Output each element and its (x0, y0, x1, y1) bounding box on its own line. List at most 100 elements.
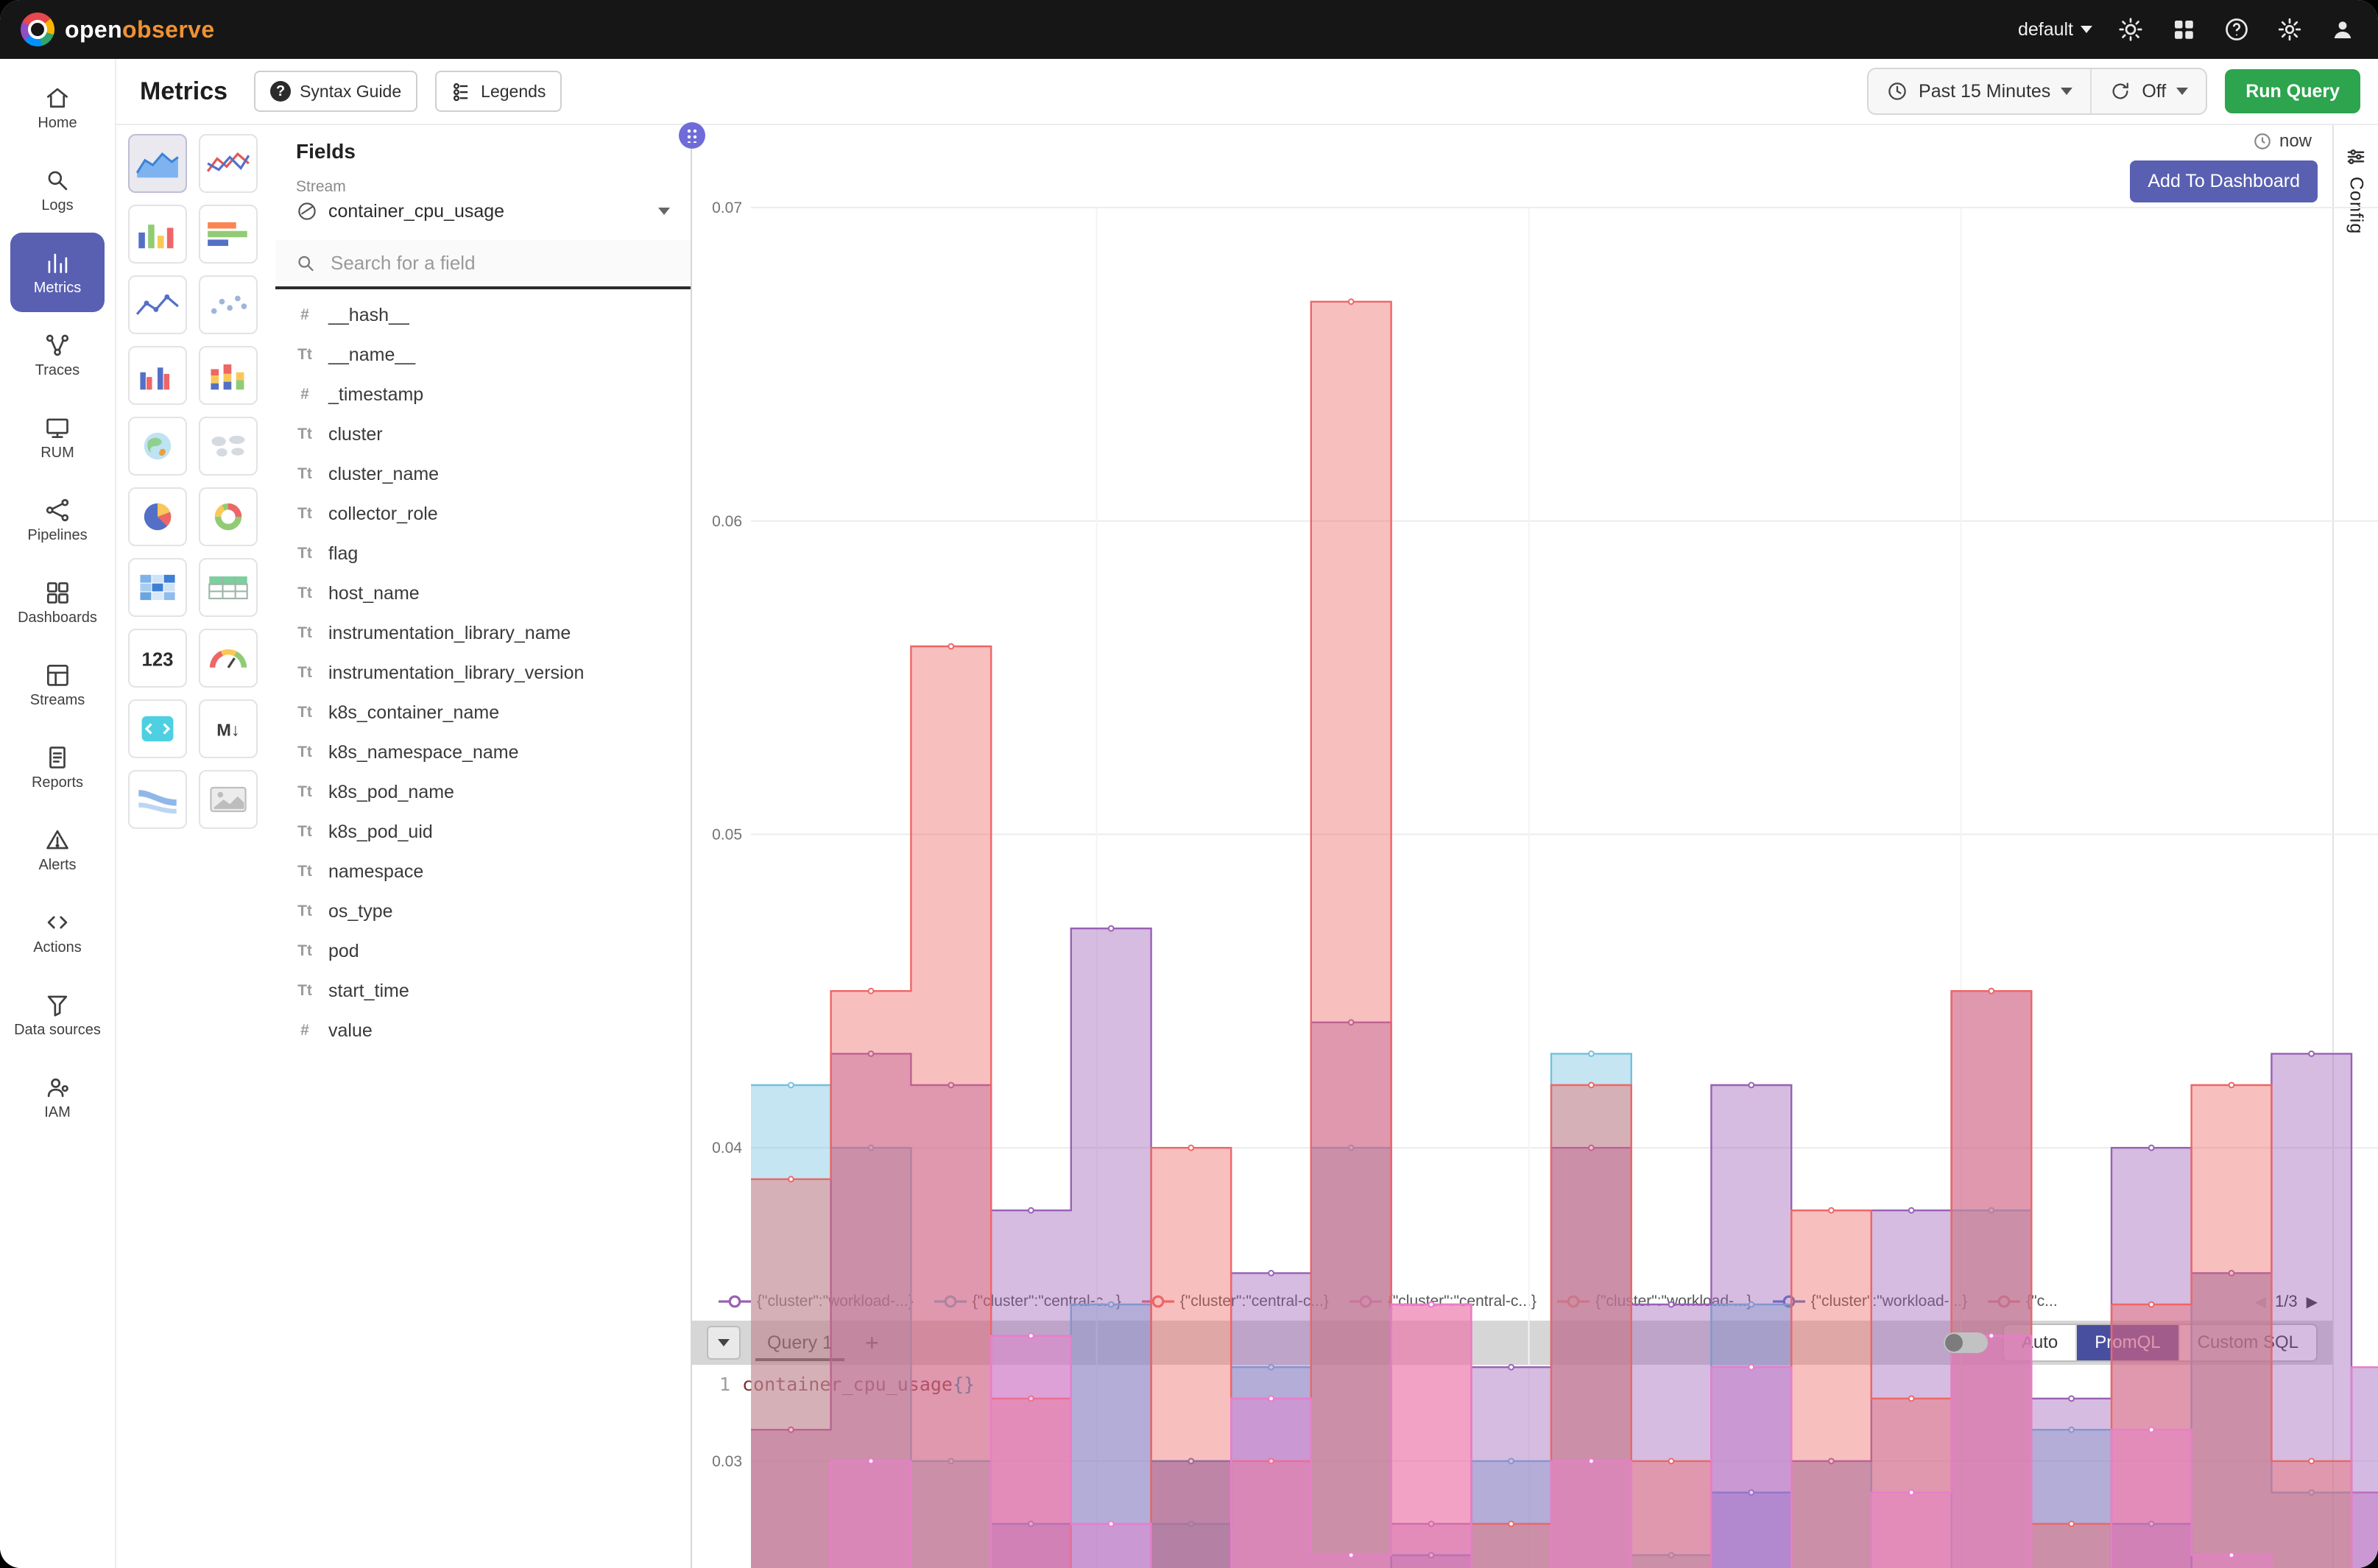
field-item-k8s_namespace_name[interactable]: Ttk8s_namespace_name (275, 732, 691, 772)
sidebar-item-dashboards[interactable]: Dashboards (10, 562, 105, 642)
auto-refresh-picker[interactable]: Off (2090, 69, 2206, 113)
sidebar-item-datasources[interactable]: Data sources (10, 975, 105, 1054)
sidebar-item-label: Home (38, 115, 77, 131)
chart-type-image[interactable] (199, 770, 258, 829)
chart-column: now Add To Dashboard 0.000.010.020.030.0… (692, 125, 2332, 1568)
chart-type-gauge[interactable] (199, 629, 258, 688)
field-item-pod[interactable]: Ttpod (275, 931, 691, 971)
chart-type-metric[interactable]: 123 (128, 629, 187, 688)
chart-type-markdown[interactable]: M↓ (199, 699, 258, 758)
chart-type-groupedbar-icon (135, 359, 180, 392)
sidebar-item-label: Pipelines (27, 527, 87, 543)
chart-type-gauge-icon (206, 642, 250, 674)
query-toggle[interactable] (1944, 1332, 1988, 1353)
sidebar-item-reports[interactable]: Reports (10, 727, 105, 807)
sidebar-item-metrics[interactable]: Metrics (10, 233, 105, 312)
sidebar-item-pipelines[interactable]: Pipelines (10, 480, 105, 559)
sidebar-item-traces[interactable]: Traces (10, 315, 105, 395)
org-select[interactable]: default (2018, 19, 2092, 40)
field-item-k8s_pod_name[interactable]: Ttk8s_pod_name (275, 772, 691, 812)
nav-traces-icon (43, 331, 71, 359)
chart-type-geomap[interactable] (128, 417, 187, 476)
sidebar-item-actions[interactable]: Actions (10, 892, 105, 972)
panel-drag-handle-icon[interactable] (679, 122, 705, 149)
chart-type-html[interactable] (128, 699, 187, 758)
sidebar-item-logs[interactable]: Logs (10, 150, 105, 230)
chart-type-groupedbar[interactable] (128, 346, 187, 405)
field-item-instrumentation_library_version[interactable]: Ttinstrumentation_library_version (275, 653, 691, 693)
field-item-value[interactable]: #value (275, 1011, 691, 1050)
field-item-flag[interactable]: Ttflag (275, 534, 691, 573)
chart-type-scatter[interactable] (199, 275, 258, 334)
sidebar-item-label: Dashboards (18, 610, 97, 626)
settings-gear-icon[interactable] (2275, 15, 2304, 44)
field-item-_timestamp[interactable]: #_timestamp (275, 375, 691, 414)
theme-toggle-icon[interactable] (2116, 15, 2145, 44)
chart-type-pie-icon (135, 501, 180, 533)
nav-alerts-icon (43, 826, 71, 854)
field-name: os_type (328, 901, 393, 922)
svg-text:0.03: 0.03 (712, 1453, 742, 1470)
nav-rum-icon (43, 414, 71, 442)
chevron-down-icon (658, 208, 670, 215)
field-item-k8s_pod_uid[interactable]: Ttk8s_pod_uid (275, 812, 691, 852)
chart-type-pie[interactable] (128, 487, 187, 546)
sidebar-item-iam[interactable]: IAM (10, 1057, 105, 1137)
stream-icon (296, 200, 318, 222)
field-name: k8s_pod_name (328, 782, 454, 803)
field-search-input[interactable] (328, 250, 670, 276)
field-type-text-icon: Tt (293, 505, 317, 523)
field-name: flag (328, 543, 358, 565)
field-item-__name__[interactable]: Tt__name__ (275, 335, 691, 375)
brand[interactable]: openobserve (21, 13, 215, 46)
field-item-cluster[interactable]: Ttcluster (275, 414, 691, 454)
sidebar-item-label: Traces (35, 362, 80, 378)
org-select-value: default (2018, 19, 2073, 40)
field-item-instrumentation_library_name[interactable]: Ttinstrumentation_library_name (275, 613, 691, 653)
help-icon[interactable] (2222, 15, 2251, 44)
legends-label: Legends (481, 82, 546, 102)
chart-type-stackedbar-icon (206, 359, 250, 392)
field-item-os_type[interactable]: Ttos_type (275, 891, 691, 931)
chart-type-sankey[interactable] (128, 770, 187, 829)
field-item-cluster_name[interactable]: Ttcluster_name (275, 454, 691, 494)
chart-type-worldmap[interactable] (199, 417, 258, 476)
run-query-button[interactable]: Run Query (2225, 69, 2360, 113)
chart-type-stackedbar[interactable] (199, 346, 258, 405)
syntax-guide-button[interactable]: ? Syntax Guide (254, 71, 417, 112)
chart-type-area[interactable] (128, 134, 187, 193)
legends-button[interactable]: Legends (435, 71, 562, 112)
field-item-__hash__[interactable]: #__hash__ (275, 295, 691, 335)
field-item-host_name[interactable]: Tthost_name (275, 573, 691, 613)
stream-select-value: container_cpu_usage (328, 201, 648, 222)
stream-select[interactable]: Stream container_cpu_usage (296, 178, 670, 231)
chart-type-donut[interactable] (199, 487, 258, 546)
field-name: k8s_pod_uid (328, 822, 433, 843)
sidebar-item-label: Actions (33, 939, 82, 956)
field-name: host_name (328, 583, 420, 604)
sidebar-item-label: Logs (41, 197, 73, 213)
chart-type-hbar[interactable] (199, 205, 258, 264)
sidebar-item-rum[interactable]: RUM (10, 398, 105, 477)
sidebar-item-alerts[interactable]: Alerts (10, 810, 105, 889)
chart-type-table[interactable] (199, 558, 258, 617)
user-avatar-icon[interactable] (2328, 15, 2357, 44)
chart-type-bar[interactable] (128, 205, 187, 264)
field-item-start_time[interactable]: Ttstart_time (275, 971, 691, 1011)
sidebar-item-home[interactable]: Home (10, 68, 105, 147)
chart-type-line[interactable] (199, 134, 258, 193)
timeseries-chart[interactable]: 0.000.010.020.030.040.050.060.0720:1620:… (692, 125, 2332, 1282)
svg-text:123: 123 (142, 650, 174, 671)
sidebar-item-streams[interactable]: Streams (10, 645, 105, 724)
nav-metrics-icon (43, 249, 71, 277)
chart-type-linealt[interactable] (128, 275, 187, 334)
time-range-picker[interactable]: Past 15 Minutes (1869, 69, 2090, 113)
field-type-text-icon: Tt (293, 863, 317, 880)
field-item-namespace[interactable]: Ttnamespace (275, 852, 691, 891)
chart-type-heatmap[interactable] (128, 558, 187, 617)
nav-logs-icon (43, 166, 71, 194)
apps-grid-icon[interactable] (2169, 15, 2198, 44)
field-type-text-icon: Tt (293, 624, 317, 642)
field-item-collector_role[interactable]: Ttcollector_role (275, 494, 691, 534)
field-item-k8s_container_name[interactable]: Ttk8s_container_name (275, 693, 691, 732)
